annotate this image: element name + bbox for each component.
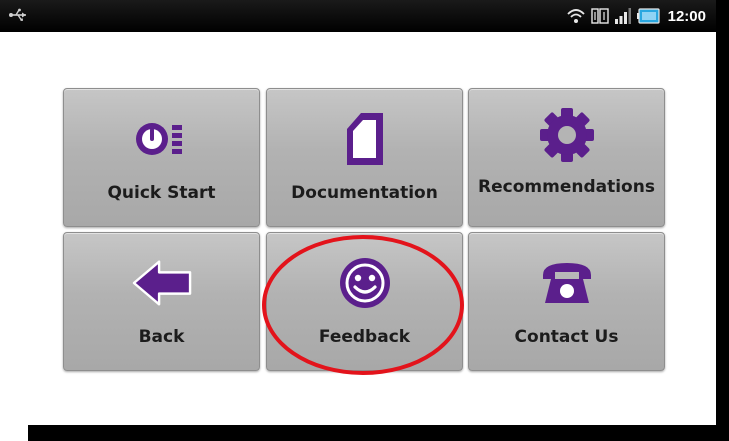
device-bezel-right (716, 0, 729, 441)
feedback-label: Feedback (318, 327, 411, 347)
status-icons: 12:00 (566, 5, 706, 27)
status-bar: 12:00 (0, 0, 716, 32)
quick-start-label: Quick Start (107, 183, 216, 203)
document-icon (335, 109, 395, 169)
status-clock: 12:00 (667, 7, 706, 25)
data-transfer-icon (590, 8, 609, 24)
feedback-button[interactable]: Feedback (266, 232, 463, 371)
gear-icon (537, 105, 597, 165)
arrow-left-icon (132, 253, 192, 313)
recommendations-label: Recommendations (478, 177, 655, 197)
usb-icon (9, 8, 26, 21)
contact-us-button[interactable]: Contact Us (468, 232, 665, 371)
back-label: Back (138, 327, 185, 347)
back-button[interactable]: Back (63, 232, 260, 371)
smiley-icon (335, 253, 395, 313)
speedometer-icon (132, 109, 192, 169)
wifi-icon (566, 9, 585, 23)
signal-strength-icon (614, 8, 631, 24)
telephone-icon (537, 253, 597, 313)
quick-start-button[interactable]: Quick Start (63, 88, 260, 227)
battery-icon (636, 8, 660, 24)
recommendations-button[interactable]: Recommendations (468, 88, 665, 227)
contact-us-label: Contact Us (514, 327, 619, 347)
device-bezel-bottom (28, 425, 729, 441)
documentation-button[interactable]: Documentation (266, 88, 463, 227)
device-screen: 12:00 Quick Start Documentation Recommen… (0, 0, 729, 441)
documentation-label: Documentation (291, 183, 438, 203)
